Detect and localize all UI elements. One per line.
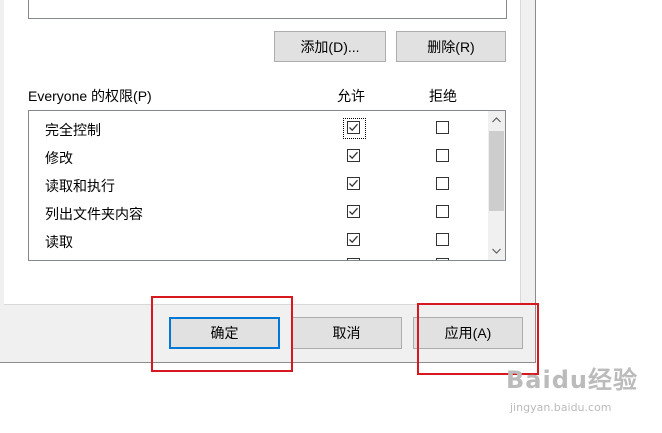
allow-checkbox-modify[interactable] [347,149,360,162]
scroll-thumb[interactable] [489,131,504,211]
group-user-list[interactable] [28,0,507,19]
permissions-list[interactable]: 完全控制 修改 读取和执行 列出文件夹内容 读取 [28,110,506,261]
checkmark-icon [349,151,358,160]
scroll-up-icon[interactable] [488,111,505,128]
deny-checkbox-modify[interactable] [436,149,449,162]
watermark-logo: Baidu经验 [506,366,638,394]
deny-checkbox-read[interactable] [436,233,449,246]
allow-checkbox-read-execute[interactable] [347,177,360,190]
remove-button[interactable]: 删除(R) [396,31,506,62]
permission-label-read-execute: 读取和执行 [45,178,115,194]
deny-checkbox-read-execute[interactable] [436,177,449,190]
baidu-watermark: Baidu经验 jingyan.baidu.com [506,360,638,414]
permission-label-modify: 修改 [45,150,73,166]
vertical-scrollbar[interactable] [488,111,505,260]
allow-checkbox-read[interactable] [347,233,360,246]
permission-label-read: 读取 [45,234,73,250]
checkmark-icon [349,179,358,188]
watermark-url: jingyan.baidu.com [510,401,612,414]
add-button[interactable]: 添加(D)... [274,31,386,62]
permissions-title: Everyone 的权限(P) [28,88,152,104]
checkmark-icon [349,235,358,244]
ok-button-highlight [151,296,293,372]
allow-checkbox-partial[interactable] [347,258,360,260]
checkmark-icon [349,123,358,132]
deny-checkbox-full-control[interactable] [436,121,449,134]
checkmark-icon [349,207,358,216]
allow-checkbox-list-folder[interactable] [347,205,360,218]
allow-column-header: 允许 [337,88,365,104]
permission-label-list-folder: 列出文件夹内容 [45,206,143,222]
security-panel: 添加(D)... 删除(R) Everyone 的权限(P) 允许 拒绝 完全控… [4,0,521,305]
cancel-button[interactable]: 取消 [291,317,402,349]
deny-checkbox-partial[interactable] [436,258,449,260]
allow-checkbox-full-control[interactable] [347,121,360,134]
permission-label-full-control: 完全控制 [45,122,101,138]
deny-checkbox-list-folder[interactable] [436,205,449,218]
deny-column-header: 拒绝 [429,88,457,104]
scroll-down-icon[interactable] [488,242,505,259]
